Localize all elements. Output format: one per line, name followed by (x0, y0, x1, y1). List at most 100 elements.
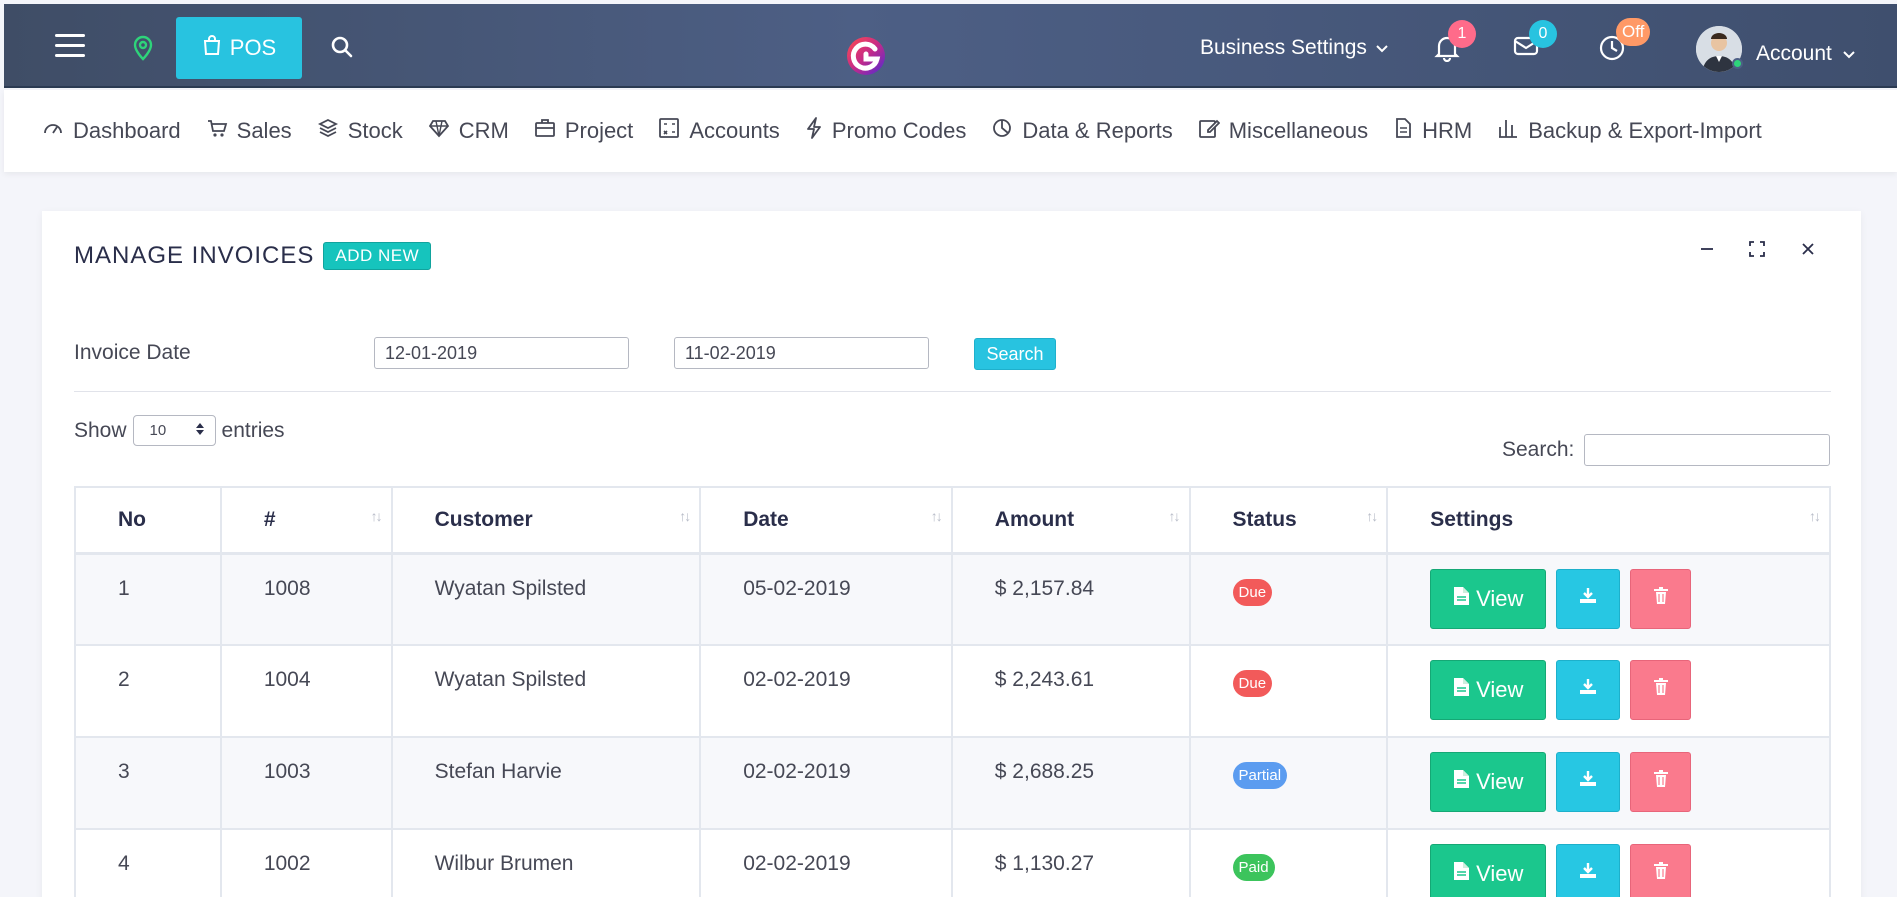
menu-item-dashboard[interactable]: Dashboard (42, 117, 181, 145)
cell-id: 1008 (219, 552, 393, 646)
app-logo[interactable] (842, 32, 890, 80)
file-icon (1453, 769, 1470, 795)
view-button[interactable]: View (1430, 844, 1547, 897)
search-icon[interactable] (330, 35, 354, 64)
cell-status: Due (1188, 552, 1389, 646)
location-pin-icon[interactable] (132, 35, 154, 66)
menu-toggle-icon[interactable] (55, 34, 85, 58)
download-button[interactable] (1556, 568, 1621, 629)
timer-status-badge: Off (1616, 18, 1651, 46)
delete-button[interactable] (1630, 660, 1692, 720)
view-button[interactable]: View (1430, 568, 1547, 629)
menu-item-data-reports[interactable]: Data & Reports (991, 117, 1173, 145)
online-status-dot (1732, 58, 1743, 69)
sort-icon: ↑↓ (1366, 508, 1378, 524)
status-badge: Partial (1232, 762, 1288, 789)
download-button[interactable] (1556, 752, 1621, 812)
business-settings-menu[interactable]: Business Settings (1200, 36, 1389, 60)
notifications-button[interactable]: 1 (1434, 20, 1476, 67)
view-label: View (1476, 861, 1524, 886)
sort-icon: ↑↓ (679, 508, 691, 524)
menu-item-crm[interactable]: CRM (428, 117, 509, 145)
column-header-status[interactable]: Status ↑↓ (1188, 486, 1389, 555)
table-row: 1 1008 Wyatan Spilsted 05-02-2019 $ 2,15… (74, 552, 1831, 646)
messages-button[interactable]: 0 (1513, 20, 1557, 63)
cell-customer: Wyatan Spilsted (390, 644, 702, 738)
entries-value: 10 (149, 422, 167, 439)
column-header-date[interactable]: Date ↑↓ (699, 486, 953, 555)
menu-label: Backup & Export-Import (1528, 118, 1762, 143)
date-from-input[interactable]: 12-01-2019 (374, 337, 629, 369)
download-icon (1578, 678, 1598, 702)
notifications-badge: 1 (1448, 20, 1476, 48)
bolt-icon (805, 117, 823, 145)
pos-button[interactable]: POS (176, 17, 302, 79)
close-icon[interactable] (1796, 237, 1820, 261)
status-badge: Due (1232, 670, 1273, 697)
clock-icon (1598, 35, 1626, 66)
file-icon (1453, 677, 1470, 703)
cell-status: Due (1188, 644, 1389, 738)
download-icon (1578, 770, 1598, 794)
entries-length-control: Show 10 entries (74, 415, 285, 446)
menu-item-backup-export-import[interactable]: Backup & Export-Import (1497, 117, 1762, 145)
chevron-down-icon (1375, 36, 1389, 60)
menu-label: Data & Reports (1022, 118, 1173, 143)
menu-label: Accounts (689, 118, 780, 143)
pie-icon (991, 117, 1013, 145)
table-search-input[interactable] (1584, 434, 1831, 466)
menu-label: Sales (236, 118, 292, 143)
trash-icon (1653, 586, 1669, 611)
cell-status: Paid (1188, 828, 1389, 897)
invoice-date-label: Invoice Date (74, 341, 191, 364)
cell-date: 02-02-2019 (699, 644, 953, 738)
cell-amount: $ 2,157.84 (950, 552, 1191, 646)
minimize-icon[interactable] (1695, 237, 1719, 261)
entries-select[interactable]: 10 (132, 415, 216, 446)
cell-id: 1004 (219, 644, 393, 738)
entries-label: entries (221, 418, 285, 442)
cell-settings: View (1386, 644, 1831, 738)
column-header-id[interactable]: # ↑↓ (219, 486, 393, 555)
column-header-settings[interactable]: Settings ↑↓ (1386, 486, 1831, 555)
column-header-amount[interactable]: Amount ↑↓ (950, 486, 1191, 555)
timer-button[interactable]: Off (1598, 18, 1651, 67)
card-title-text: MANAGE INVOICES (74, 242, 315, 269)
menu-label: Stock (347, 118, 403, 143)
menu-item-stock[interactable]: Stock (317, 117, 403, 145)
divider (74, 391, 1831, 392)
delete-button[interactable] (1630, 568, 1692, 629)
account-menu[interactable]: Account (1756, 42, 1856, 66)
cell-settings: View (1386, 736, 1831, 830)
shopping-bag-icon (202, 34, 222, 62)
date-search-button[interactable]: Search (974, 338, 1056, 370)
menu-item-promo-codes[interactable]: Promo Codes (805, 117, 966, 145)
menu-item-project[interactable]: Project (534, 117, 633, 145)
date-to-input[interactable]: 11-02-2019 (674, 337, 929, 369)
view-button[interactable]: View (1430, 752, 1547, 812)
download-button[interactable] (1556, 844, 1621, 897)
trash-icon (1653, 862, 1669, 886)
expand-icon[interactable] (1745, 237, 1769, 261)
column-header-customer[interactable]: Customer ↑↓ (390, 486, 702, 555)
download-button[interactable] (1556, 660, 1621, 720)
view-button[interactable]: View (1430, 660, 1547, 720)
menu-label: Project (564, 118, 634, 143)
business-settings-label: Business Settings (1200, 36, 1367, 59)
delete-button[interactable] (1630, 752, 1692, 812)
pos-label: POS (229, 35, 277, 60)
page-title: MANAGE INVOICES ADD NEW (74, 242, 432, 270)
bar-chart-icon (1497, 117, 1519, 145)
layers-icon (317, 117, 339, 145)
sort-icon: ↑↓ (930, 508, 943, 524)
menu-label: CRM (458, 118, 509, 143)
delete-button[interactable] (1630, 844, 1692, 897)
column-header-no[interactable]: No (74, 486, 222, 555)
menu-item-sales[interactable]: Sales (206, 117, 292, 145)
cell-date: 02-02-2019 (699, 828, 953, 897)
menu-item-hrm[interactable]: HRM (1393, 117, 1472, 145)
add-new-button[interactable]: ADD NEW (323, 242, 432, 270)
cell-id: 1002 (219, 828, 393, 897)
menu-item-accounts[interactable]: Accounts (658, 117, 780, 145)
menu-item-miscellaneous[interactable]: Miscellaneous (1198, 117, 1368, 145)
